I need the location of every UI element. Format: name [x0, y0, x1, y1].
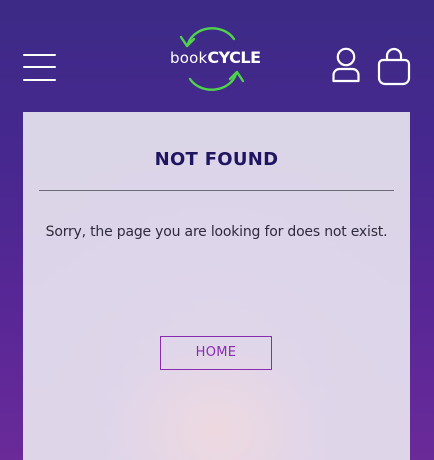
home-button[interactable]: HOME — [160, 336, 272, 370]
bookcycle-logo[interactable]: bookCYCLE — [166, 24, 261, 94]
logo-cycle-text: CYCLE — [207, 48, 261, 67]
logo-book-text: book — [170, 49, 208, 67]
shopping-bag-icon[interactable] — [377, 46, 411, 86]
site-header: bookCYCLE — [0, 0, 434, 112]
not-found-card: NOT FOUND Sorry, the page you are lookin… — [23, 112, 410, 460]
title-divider — [39, 190, 394, 191]
page-title: NOT FOUND — [154, 149, 279, 170]
logo-wordmark: bookCYCLE — [170, 47, 261, 69]
user-icon[interactable] — [331, 47, 361, 83]
hamburger-menu-icon[interactable] — [23, 54, 56, 82]
not-found-message: Sorry, the page you are looking for does… — [45, 224, 388, 240]
